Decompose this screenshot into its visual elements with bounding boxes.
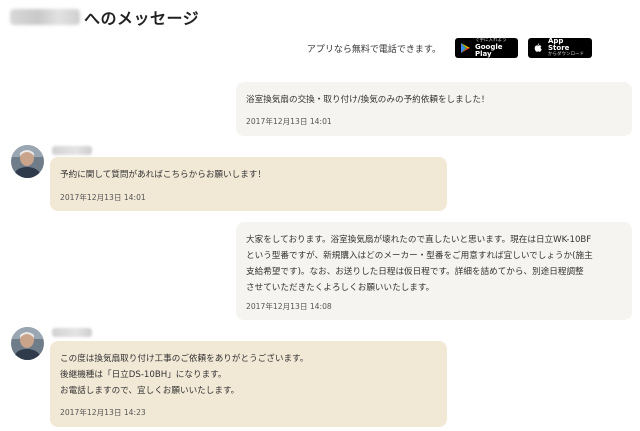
- google-play-button[interactable]: で手に入れよう Google Play: [455, 38, 518, 58]
- app-note: アプリなら無料で電話できます。: [306, 44, 441, 55]
- page-title-row: へのメッセージ: [10, 6, 199, 28]
- message-text: 浴室換気扇の交換・取り付け/換気のみの予約依頼をしました！: [246, 95, 490, 105]
- google-play-icon: [461, 43, 470, 53]
- message-text: 大家をしております。浴室換気扇が壊れたので直したいと思います。現在は日立WK-1…: [246, 235, 593, 293]
- avatar[interactable]: [11, 327, 44, 360]
- message-bubble-sent: 大家をしております。浴室換気扇が壊れたので直したいと思います。現在は日立WK-1…: [236, 222, 632, 320]
- message-time: 2017年12月13日 14:01: [246, 117, 332, 126]
- message-time: 2017年12月13日 14:23: [60, 408, 146, 417]
- message-time: 2017年12月13日 14:08: [246, 302, 332, 311]
- message-text: この度は換気扇取り付け工事のご依頼をありがとうございます。 後継機種は「日立DS…: [60, 354, 309, 396]
- message-text: 予約に関して質問があればこちらからお願いします！: [60, 170, 266, 180]
- sender-name-blurred: [52, 328, 92, 337]
- google-play-label: Google Play: [475, 42, 503, 58]
- sender-name-blurred: [52, 146, 92, 155]
- app-store-label: App Store: [548, 37, 570, 53]
- app-download-row: アプリなら無料で電話できます。 で手に入れよう Google Play App …: [307, 37, 592, 59]
- app-store-sub: からダウンロード: [548, 52, 584, 58]
- message-time: 2017年12月13日 14:01: [60, 193, 146, 202]
- app-store-button[interactable]: App Store からダウンロード: [528, 38, 592, 58]
- page-title: へのメッセージ: [84, 9, 200, 28]
- message-bubble-received: 予約に関して質問があればこちらからお願いします！ 2017年12月13日 14:…: [50, 157, 447, 211]
- recipient-name-blurred: [10, 9, 80, 25]
- message-bubble-received: この度は換気扇取り付け工事のご依頼をありがとうございます。 後継機種は「日立DS…: [50, 341, 447, 427]
- message-bubble-sent: 浴室換気扇の交換・取り付け/換気のみの予約依頼をしました！ 2017年12月13…: [236, 82, 632, 136]
- apple-icon: [534, 43, 543, 53]
- avatar[interactable]: [11, 145, 44, 178]
